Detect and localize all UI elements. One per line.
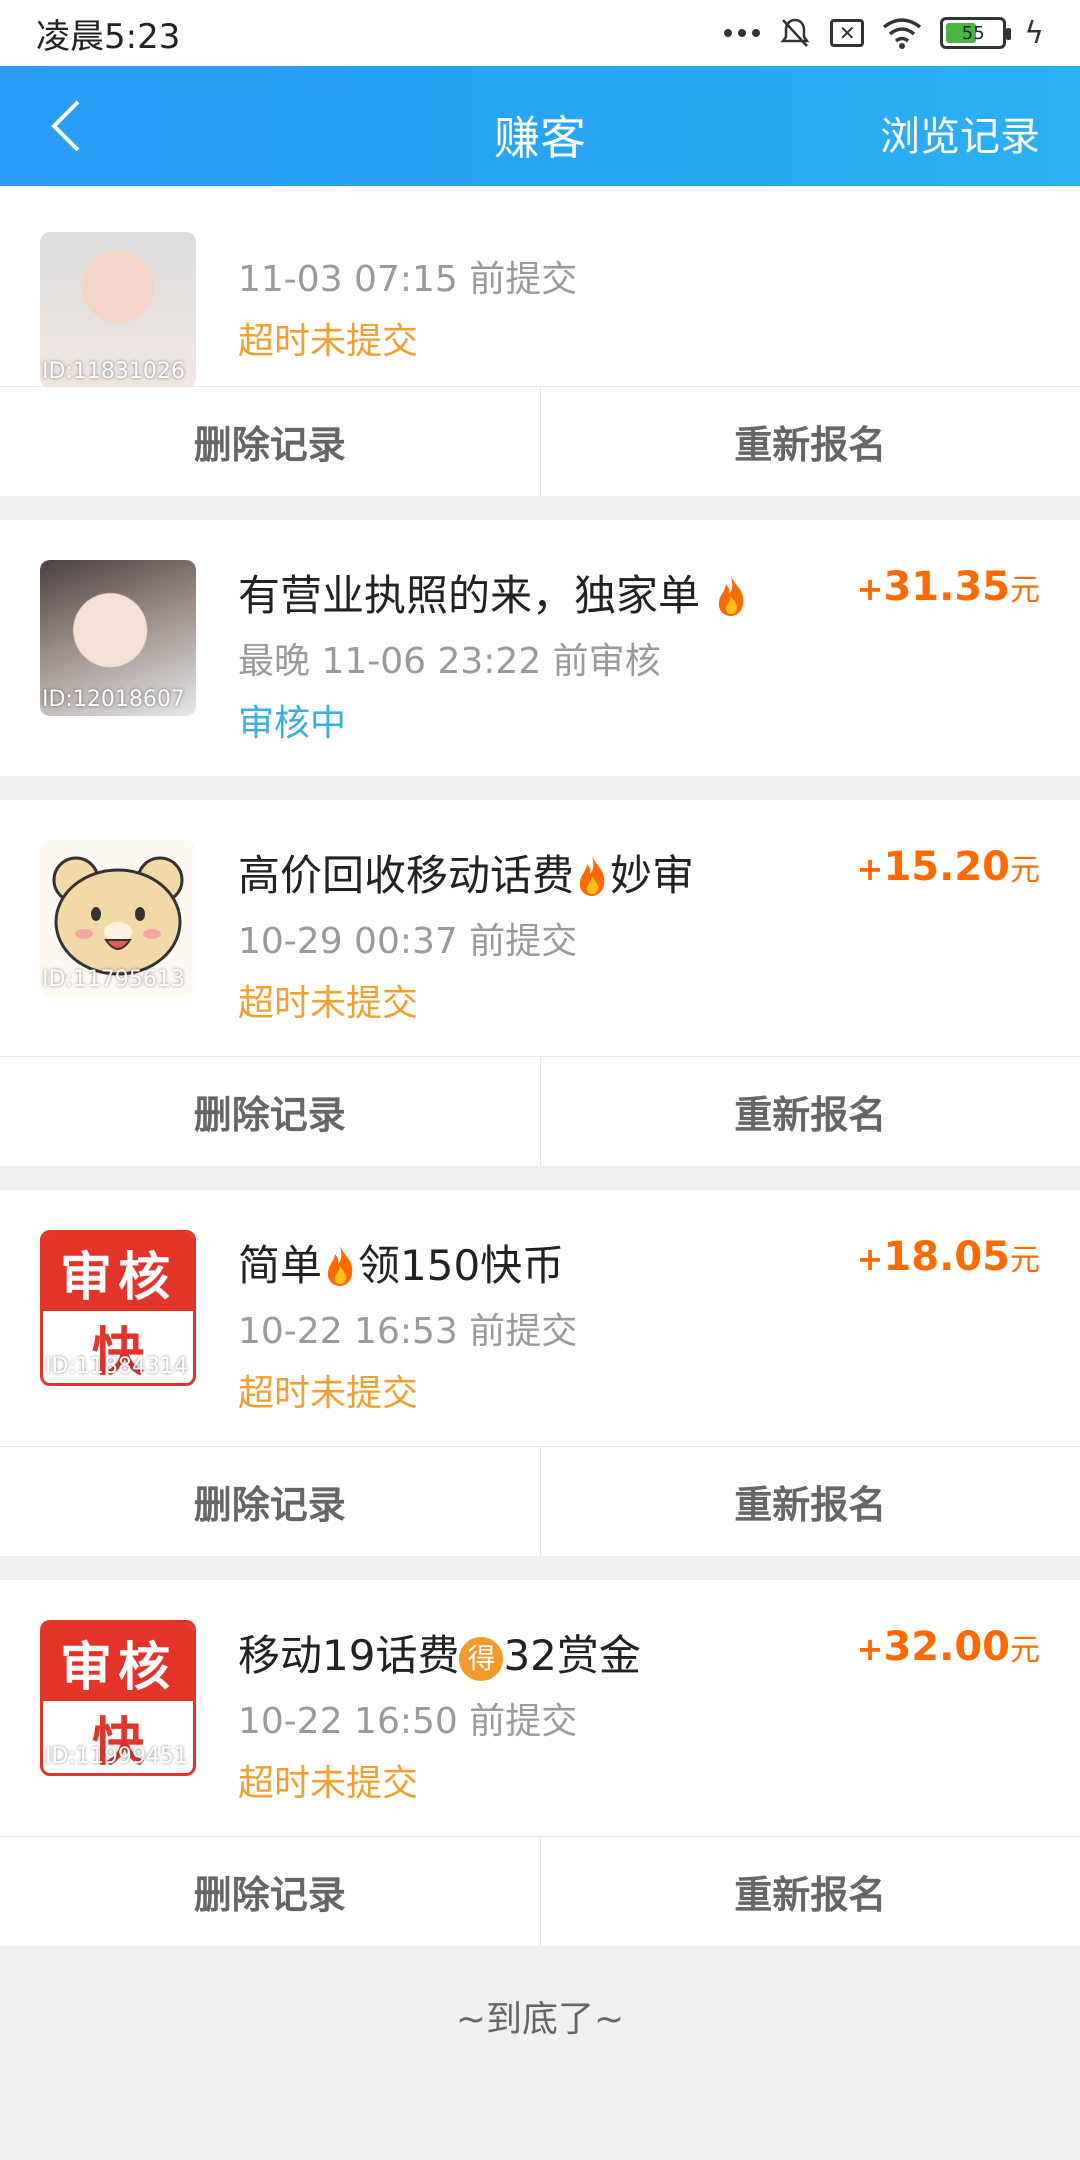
de-badge-icon: 得 — [459, 1637, 504, 1681]
reapply-button[interactable]: 重新报名 — [539, 1447, 1080, 1556]
reapply-button[interactable]: 重新报名 — [539, 1837, 1080, 1946]
task-thumbnail: 审核 快 ID:11999451 — [40, 1620, 196, 1776]
list-item[interactable]: ID:12018607 有营业执照的来，独家单 +31.35元 最晚 11-06… — [0, 520, 1080, 776]
task-status: 超时未提交 — [238, 1763, 419, 1804]
item-actions: 删除记录 重新报名 — [0, 386, 1080, 496]
divider — [0, 1166, 1080, 1190]
list-item[interactable]: ID:11795613 高价回收移动话费 妙审 +15.20元 10-29 00:… — [0, 800, 1080, 1166]
item-actions: 删除记录 重新报名 — [0, 1446, 1080, 1556]
fire-icon — [719, 576, 744, 616]
task-id: ID:11999451 — [45, 1744, 188, 1769]
task-id: ID:12018607 — [42, 687, 185, 712]
task-thumbnail: ID:11795613 — [40, 840, 196, 996]
charging-icon: ϟ — [1024, 15, 1044, 51]
task-title: 高价回收移动话费 妙审 — [238, 851, 695, 900]
task-title-text: 有营业执照的来，独家单 — [238, 571, 701, 620]
task-time: 11-03 07:15 前提交 — [238, 259, 578, 300]
task-status: 超时未提交 — [238, 983, 419, 1024]
list-item[interactable]: 审核 快 ID:11999451 移动19话费得 32赏金 +32.00元 10-… — [0, 1580, 1080, 1946]
divider — [0, 496, 1080, 520]
divider — [0, 1556, 1080, 1580]
wifi-icon — [883, 18, 922, 49]
battery-level: 55 — [961, 22, 985, 44]
task-time: 最晚 11-06 23:22 前审核 — [238, 641, 661, 682]
task-status: 超时未提交 — [238, 1373, 419, 1414]
no-sim-icon: ✕ — [830, 19, 865, 47]
status-time: 凌晨5:23 — [36, 16, 181, 57]
task-time: 10-22 16:50 前提交 — [238, 1701, 578, 1742]
task-reward: +31.35元 — [856, 564, 1040, 610]
delete-record-button[interactable]: 删除记录 — [0, 387, 540, 496]
end-of-list-label: ~到底了~ — [455, 1999, 625, 2040]
browse-history-link[interactable]: 浏览记录 — [880, 104, 1040, 162]
task-time: 10-22 16:53 前提交 — [238, 1311, 578, 1352]
task-thumbnail: 审核 快 ID:11884314 — [40, 1230, 196, 1386]
shenhe-logo-top: 审核 — [43, 1233, 193, 1311]
bell-muted-icon — [780, 18, 810, 47]
task-id: ID:11884314 — [45, 1354, 188, 1379]
task-title: 简单 领150快币 — [238, 1241, 565, 1290]
task-time: 10-29 00:37 前提交 — [238, 921, 578, 962]
app-bar: 赚客 浏览记录 — [0, 66, 1080, 186]
task-title: 有营业执照的来，独家单 — [238, 562, 749, 623]
delete-record-button[interactable]: 删除记录 — [0, 1057, 540, 1166]
item-actions: 删除记录 重新报名 — [0, 1056, 1080, 1166]
task-title: 移动19话费得 32赏金 — [238, 1631, 641, 1681]
more-dots-icon — [724, 29, 761, 37]
delete-record-button[interactable]: 删除记录 — [0, 1447, 540, 1556]
task-reward: +18.05元 — [856, 1234, 1040, 1280]
list-item[interactable]: 审核 快 ID:11884314 简单 领150快币 +18.05元 10-22 … — [0, 1190, 1080, 1556]
task-id: ID:11831026 — [42, 359, 185, 384]
battery-icon: 55 — [940, 17, 1012, 49]
task-status: 审核中 — [238, 703, 347, 744]
divider — [0, 776, 1080, 800]
fire-icon — [327, 1246, 353, 1286]
reapply-button[interactable]: 重新报名 — [539, 387, 1080, 496]
fire-icon — [579, 856, 605, 896]
status-icons: ✕ 55 ϟ — [724, 16, 1044, 51]
task-thumbnail: ID:12018607 — [40, 560, 196, 716]
item-actions: 删除记录 重新报名 — [0, 1836, 1080, 1946]
task-thumbnail: ID:11831026 — [40, 232, 196, 388]
task-reward: +15.20元 — [856, 844, 1040, 890]
reapply-button[interactable]: 重新报名 — [539, 1057, 1080, 1166]
delete-record-button[interactable]: 删除记录 — [0, 1837, 540, 1946]
task-list: ID:11831026 11-03 07:15 前提交 超时未提交 删除记录 重… — [0, 216, 1080, 2086]
task-reward: +32.00元 — [856, 1624, 1040, 1670]
shenhe-logo-top: 审核 — [43, 1623, 193, 1701]
task-status: 超时未提交 — [238, 321, 419, 362]
status-bar: 凌晨5:23 ✕ 55 ϟ — [0, 0, 1080, 66]
task-id: ID:11795613 — [42, 967, 185, 992]
